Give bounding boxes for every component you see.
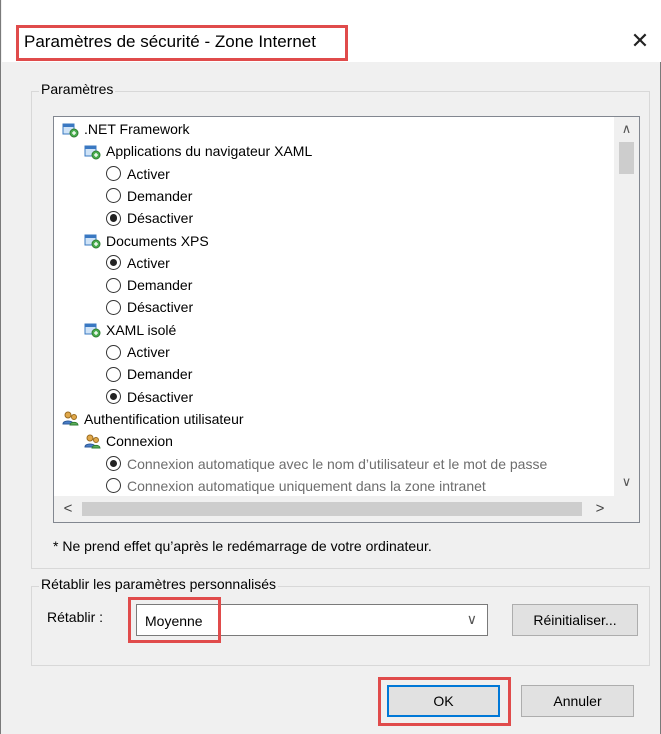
tree-item-label: Documents XPS	[106, 232, 209, 249]
scroll-down-arrow-icon[interactable]: ∨	[614, 472, 639, 492]
tree-item-label: Demander	[127, 277, 193, 294]
reset-button[interactable]: Réinitialiser...	[512, 604, 638, 636]
tree-subcategory: Connexion	[84, 430, 173, 452]
tree-item-label: Désactiver	[127, 299, 194, 316]
tree-item-label: Activer	[127, 344, 170, 360]
users-icon	[84, 433, 106, 450]
vertical-scroll-thumb[interactable]	[619, 142, 634, 174]
cancel-button[interactable]: Annuler	[521, 685, 634, 717]
vertical-scrollbar[interactable]: ∧ ∨	[614, 117, 639, 497]
radio-unchecked-icon[interactable]	[106, 344, 121, 360]
radio-checked-icon[interactable]	[106, 456, 121, 471]
radio-unchecked-icon[interactable]	[106, 366, 121, 382]
tree-subcategory: Applications du navigateur XAML	[84, 140, 312, 162]
net-framework-icon	[62, 121, 84, 138]
radio-option[interactable]: Connexion automatique avec le nom d’util…	[106, 453, 547, 475]
settings-tree[interactable]: .NET Framework Applications du navigateur…	[54, 117, 614, 497]
users-icon	[62, 410, 84, 427]
tree-item-label: .NET Framework	[84, 121, 190, 137]
ok-button[interactable]: OK	[387, 685, 500, 717]
tree-item-label: Désactiver	[127, 388, 194, 405]
chevron-down-icon: ∨	[466, 611, 477, 627]
net-framework-icon	[84, 321, 106, 338]
scroll-up-arrow-icon[interactable]: ∧	[614, 119, 639, 139]
tree-item-label: Demander	[127, 366, 193, 383]
radio-unchecked-icon[interactable]	[106, 166, 121, 182]
tree-item-label: Applications du navigateur XAML	[106, 143, 313, 160]
tree-item-label: Connexion automatique avec le nom d’util…	[127, 455, 548, 472]
radio-unchecked-icon[interactable]	[106, 277, 121, 293]
scrollbar-corner	[614, 496, 639, 522]
security-settings-dialog: Paramètres de sécurité - Zone Internet ✕…	[0, 0, 661, 734]
tree-subcategory: XAML isolé	[84, 319, 176, 341]
reset-level-select[interactable]: Moyenne ∨	[136, 604, 488, 636]
radio-unchecked-icon[interactable]	[106, 299, 121, 315]
restart-note: * Ne prend effet qu’après le redémarrage…	[53, 538, 432, 554]
scroll-right-arrow-icon[interactable]: >	[588, 496, 612, 522]
radio-option[interactable]: Connexion automatique uniquement dans la…	[106, 475, 486, 497]
horizontal-scrollbar[interactable]: < >	[54, 496, 614, 522]
radio-checked-icon[interactable]	[106, 389, 121, 405]
settings-listbox[interactable]: .NET Framework Applications du navigateur…	[53, 116, 640, 523]
tree-item-label: Authentification utilisateur	[84, 410, 244, 427]
tree-item-label: Demander	[127, 187, 193, 204]
radio-option[interactable]: Activer	[106, 163, 170, 185]
settings-group-legend: Paramètres	[39, 81, 116, 97]
tree-subcategory: Documents XPS	[84, 230, 209, 252]
net-framework-icon	[84, 232, 106, 249]
close-icon[interactable]: ✕	[627, 28, 653, 54]
scroll-left-arrow-icon[interactable]: <	[56, 496, 80, 522]
radio-option[interactable]: Activer	[106, 341, 170, 363]
radio-option[interactable]: Désactiver	[106, 386, 193, 408]
radio-option[interactable]: Désactiver	[106, 296, 193, 318]
tree-item-label: Désactiver	[127, 210, 194, 227]
reset-label: Rétablir :	[47, 609, 104, 625]
reset-group-legend: Rétablir les paramètres personnalisés	[39, 576, 278, 592]
dialog-title: Paramètres de sécurité - Zone Internet	[24, 32, 316, 51]
radio-checked-icon[interactable]	[106, 210, 121, 226]
tree-category: .NET Framework	[62, 118, 190, 140]
title-bar[interactable]: Paramètres de sécurité - Zone Internet ✕	[2, 0, 661, 62]
tree-category: Authentification utilisateur	[62, 408, 244, 430]
radio-option[interactable]: Activer	[106, 252, 170, 274]
radio-option[interactable]: Demander	[106, 363, 192, 385]
radio-option[interactable]: Demander	[106, 185, 192, 207]
horizontal-scroll-thumb[interactable]	[82, 502, 582, 516]
tree-item-label: Connexion automatique uniquement dans la…	[127, 477, 486, 494]
radio-checked-icon[interactable]	[106, 255, 121, 271]
radio-option[interactable]: Désactiver	[106, 207, 193, 229]
radio-unchecked-icon[interactable]	[106, 188, 121, 204]
radio-option[interactable]: Demander	[106, 274, 192, 296]
radio-unchecked-icon[interactable]	[106, 478, 121, 494]
tree-item-label: XAML isolé	[106, 321, 177, 338]
tree-item-label: Activer	[127, 254, 170, 271]
tree-item-label: Connexion	[106, 433, 173, 450]
net-framework-icon	[84, 143, 106, 160]
tree-item-label: Activer	[127, 165, 170, 182]
reset-level-value: Moyenne	[145, 613, 203, 629]
